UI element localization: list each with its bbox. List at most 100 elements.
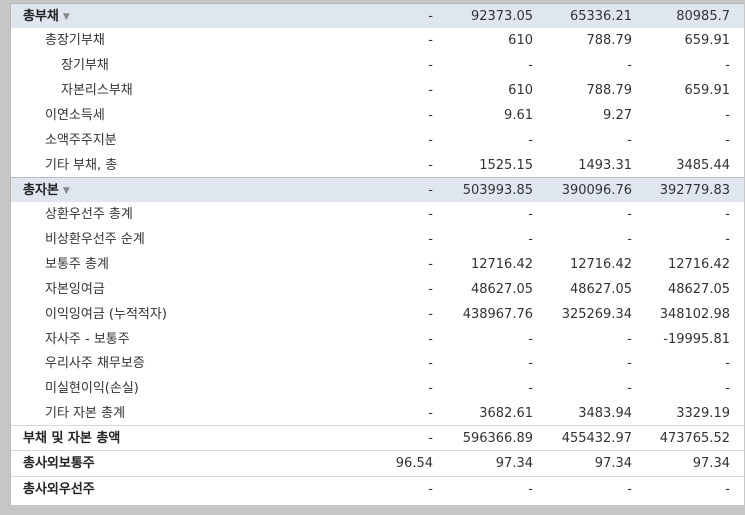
value-cell: 48627.05 xyxy=(667,282,730,297)
row-label-text: 우리사주 채무보증 xyxy=(45,356,145,371)
value-cell: 12716.42 xyxy=(470,257,533,272)
table-row: 우리사주 채무보증 - - - - xyxy=(11,351,744,376)
value-cell: 3329.19 xyxy=(676,406,730,421)
value-cell: - xyxy=(528,207,533,222)
value-cell: - xyxy=(627,133,632,148)
value-cell: -19995.81 xyxy=(663,332,730,347)
table-row: 자사주 - 보통주 - - - -19995.81 xyxy=(11,327,744,352)
row-label-text: 총부채 xyxy=(23,9,59,24)
value-cell: - xyxy=(528,482,533,497)
row-label-text: 기타 자본 총계 xyxy=(45,406,126,421)
value-cell: - xyxy=(725,58,730,73)
row-label: 총사외우선주 xyxy=(23,477,95,502)
value-cell: - xyxy=(627,381,632,396)
table-row: 이연소득세 - 9.61 9.27 - xyxy=(11,103,744,128)
value-cell: 659.91 xyxy=(684,33,731,48)
value-cell: - xyxy=(528,356,533,371)
window-background: 총부채 ▼ - 92373.05 65336.21 80985.7 총장기부채 - 610 788… xyxy=(0,0,745,515)
value-cell: - xyxy=(428,207,433,222)
row-label-text: 기타 부채, 총 xyxy=(45,158,118,173)
row-label-text: 자사주 - 보통주 xyxy=(45,332,130,347)
row-label-text: 이연소득세 xyxy=(45,108,105,123)
value-cell: 48627.05 xyxy=(470,282,533,297)
value-cell: - xyxy=(528,332,533,347)
value-cell: 48627.05 xyxy=(569,282,632,297)
value-cell: 96.54 xyxy=(395,456,433,471)
value-cell: - xyxy=(428,9,433,24)
value-cell: 659.91 xyxy=(684,83,731,98)
row-label: 보통주 총계 xyxy=(45,252,109,277)
table-row: 비상환우선주 순계 - - - - xyxy=(11,227,744,252)
row-label: 자본잉여금 xyxy=(45,277,105,302)
row-label-text: 자본잉여금 xyxy=(45,282,105,297)
value-cell: 3485.44 xyxy=(676,158,730,173)
row-label-text: 총자본 xyxy=(23,183,59,198)
row-label-text: 총사외우선주 xyxy=(23,482,95,497)
table-row: 소액주주지분 - - - - xyxy=(11,128,744,153)
value-cell: 80985.7 xyxy=(676,9,730,24)
value-cell: - xyxy=(627,332,632,347)
row-label: 이연소득세 xyxy=(45,103,105,128)
row-label: 장기부채 xyxy=(61,53,109,78)
table-row: 보통주 총계 - 12716.42 12716.42 12716.42 xyxy=(11,252,744,277)
row-label-text: 미실현이익(손실) xyxy=(45,381,139,396)
value-cell: - xyxy=(528,133,533,148)
value-cell: - xyxy=(428,381,433,396)
row-label-text: 부채 및 자본 총액 xyxy=(23,431,121,446)
table-row: 기타 자본 총계 - 3682.61 3483.94 3329.19 xyxy=(11,401,744,426)
section-row[interactable]: 총부채 ▼ - 92373.05 65336.21 80985.7 xyxy=(11,3,744,28)
row-label-text: 이익잉여금 (누적적자) xyxy=(45,307,167,322)
total-row: 총사외보통주 96.54 97.34 97.34 97.34 xyxy=(11,450,744,475)
value-cell: - xyxy=(428,406,433,421)
row-label: 이익잉여금 (누적적자) xyxy=(45,302,167,327)
value-cell: - xyxy=(428,183,433,198)
table-row: 자본잉여금 - 48627.05 48627.05 48627.05 xyxy=(11,277,744,302)
value-cell: - xyxy=(725,482,730,497)
total-row: 총사외우선주 - - - - xyxy=(11,476,744,501)
chevron-down-icon[interactable]: ▼ xyxy=(63,5,70,30)
table-row: 미실현이익(손실) - - - - xyxy=(11,376,744,401)
row-label-text: 비상환우선주 순계 xyxy=(45,232,145,247)
value-cell: 390096.76 xyxy=(561,183,632,198)
value-cell: - xyxy=(725,207,730,222)
row-label-text: 총장기부채 xyxy=(45,33,105,48)
value-cell: - xyxy=(725,108,730,123)
value-cell: 12716.42 xyxy=(667,257,730,272)
value-cell: - xyxy=(428,133,433,148)
value-cell: 610 xyxy=(508,83,533,98)
chevron-down-icon[interactable]: ▼ xyxy=(63,179,70,204)
balance-sheet-table: 총부채 ▼ - 92373.05 65336.21 80985.7 총장기부채 - 610 788… xyxy=(10,3,744,505)
row-label: 총사외보통주 xyxy=(23,451,95,476)
value-cell: - xyxy=(627,58,632,73)
value-cell: - xyxy=(428,58,433,73)
value-cell: - xyxy=(528,232,533,247)
value-cell: - xyxy=(528,381,533,396)
value-cell: - xyxy=(725,232,730,247)
value-cell: 438967.76 xyxy=(462,307,533,322)
row-label: 총부채 ▼ xyxy=(23,4,70,29)
total-row: 부채 및 자본 총액 - 596366.89 455432.97 473765.52 xyxy=(11,425,744,450)
table-row: 기타 부채, 총 - 1525.15 1493.31 3485.44 xyxy=(11,153,744,178)
value-cell: 788.79 xyxy=(586,33,633,48)
value-cell: - xyxy=(528,58,533,73)
value-cell: - xyxy=(725,356,730,371)
table-row: 상환우선주 총계 - - - - xyxy=(11,202,744,227)
row-label: 우리사주 채무보증 xyxy=(45,351,145,376)
value-cell: 596366.89 xyxy=(462,431,533,446)
row-label: 자본리스부채 xyxy=(61,78,133,103)
value-cell: - xyxy=(725,133,730,148)
row-label: 비상환우선주 순계 xyxy=(45,227,145,252)
value-cell: 473765.52 xyxy=(659,431,730,446)
value-cell: 348102.98 xyxy=(659,307,730,322)
value-cell: 3483.94 xyxy=(578,406,632,421)
value-cell: 392779.83 xyxy=(659,183,730,198)
value-cell: 610 xyxy=(508,33,533,48)
section-row[interactable]: 총자본 ▼ - 503993.85 390096.76 392779.83 xyxy=(11,177,744,202)
value-cell: - xyxy=(428,282,433,297)
value-cell: - xyxy=(428,108,433,123)
row-label: 자사주 - 보통주 xyxy=(45,327,130,352)
row-label-text: 상환우선주 총계 xyxy=(45,207,133,222)
row-label-text: 자본리스부채 xyxy=(61,83,133,98)
row-label: 소액주주지분 xyxy=(45,128,117,153)
value-cell: - xyxy=(428,33,433,48)
